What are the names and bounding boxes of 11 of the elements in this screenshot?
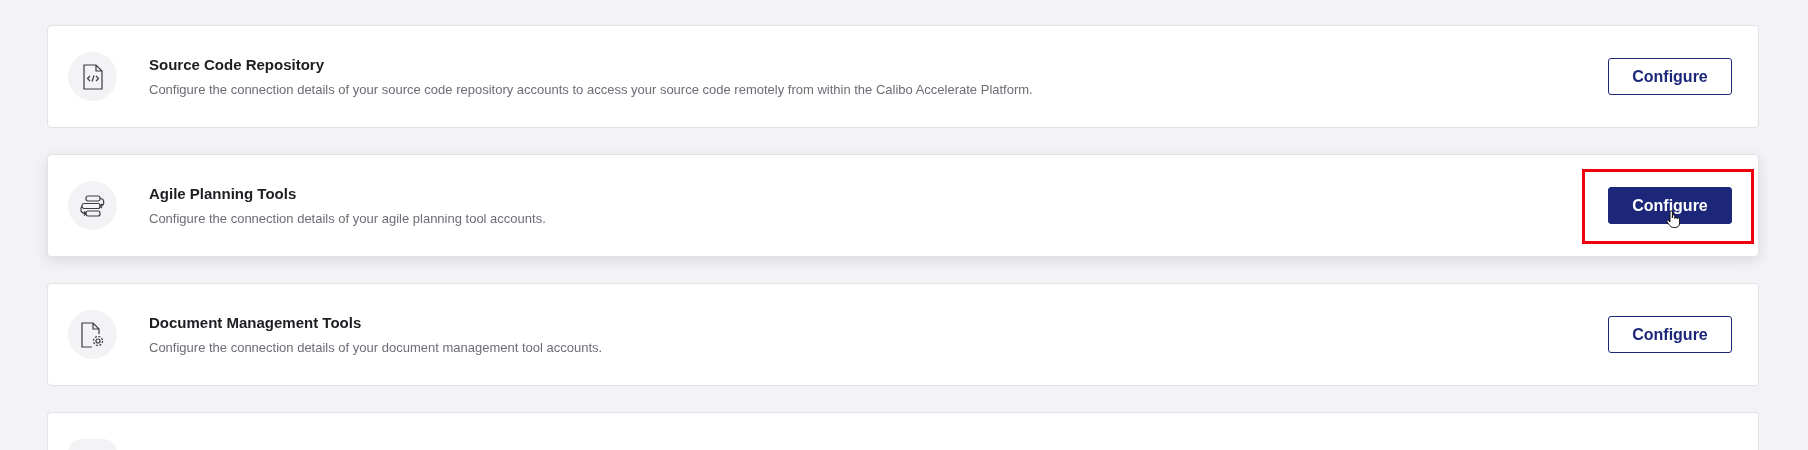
configure-button[interactable]: Configure (1608, 316, 1732, 353)
configure-button[interactable]: Configure (1608, 187, 1732, 224)
configure-button[interactable]: Configure (1608, 58, 1732, 95)
card-description: Configure the connection details of your document management tool accounts. (149, 340, 604, 355)
code-file-icon (82, 63, 103, 90)
card-title: Agile Planning Tools (149, 185, 298, 202)
card-title: Document Management Tools (149, 314, 363, 331)
card-description: Configure the connection details of your source code repository accounts to access your source code remotely from within the Calibo Accelerate Platform. (149, 82, 1034, 97)
card-title: Source Code Repository (149, 56, 326, 73)
gear-file-icon (80, 321, 105, 348)
card-description: Configure the connection details of your agile planning tool accounts. (149, 211, 547, 226)
